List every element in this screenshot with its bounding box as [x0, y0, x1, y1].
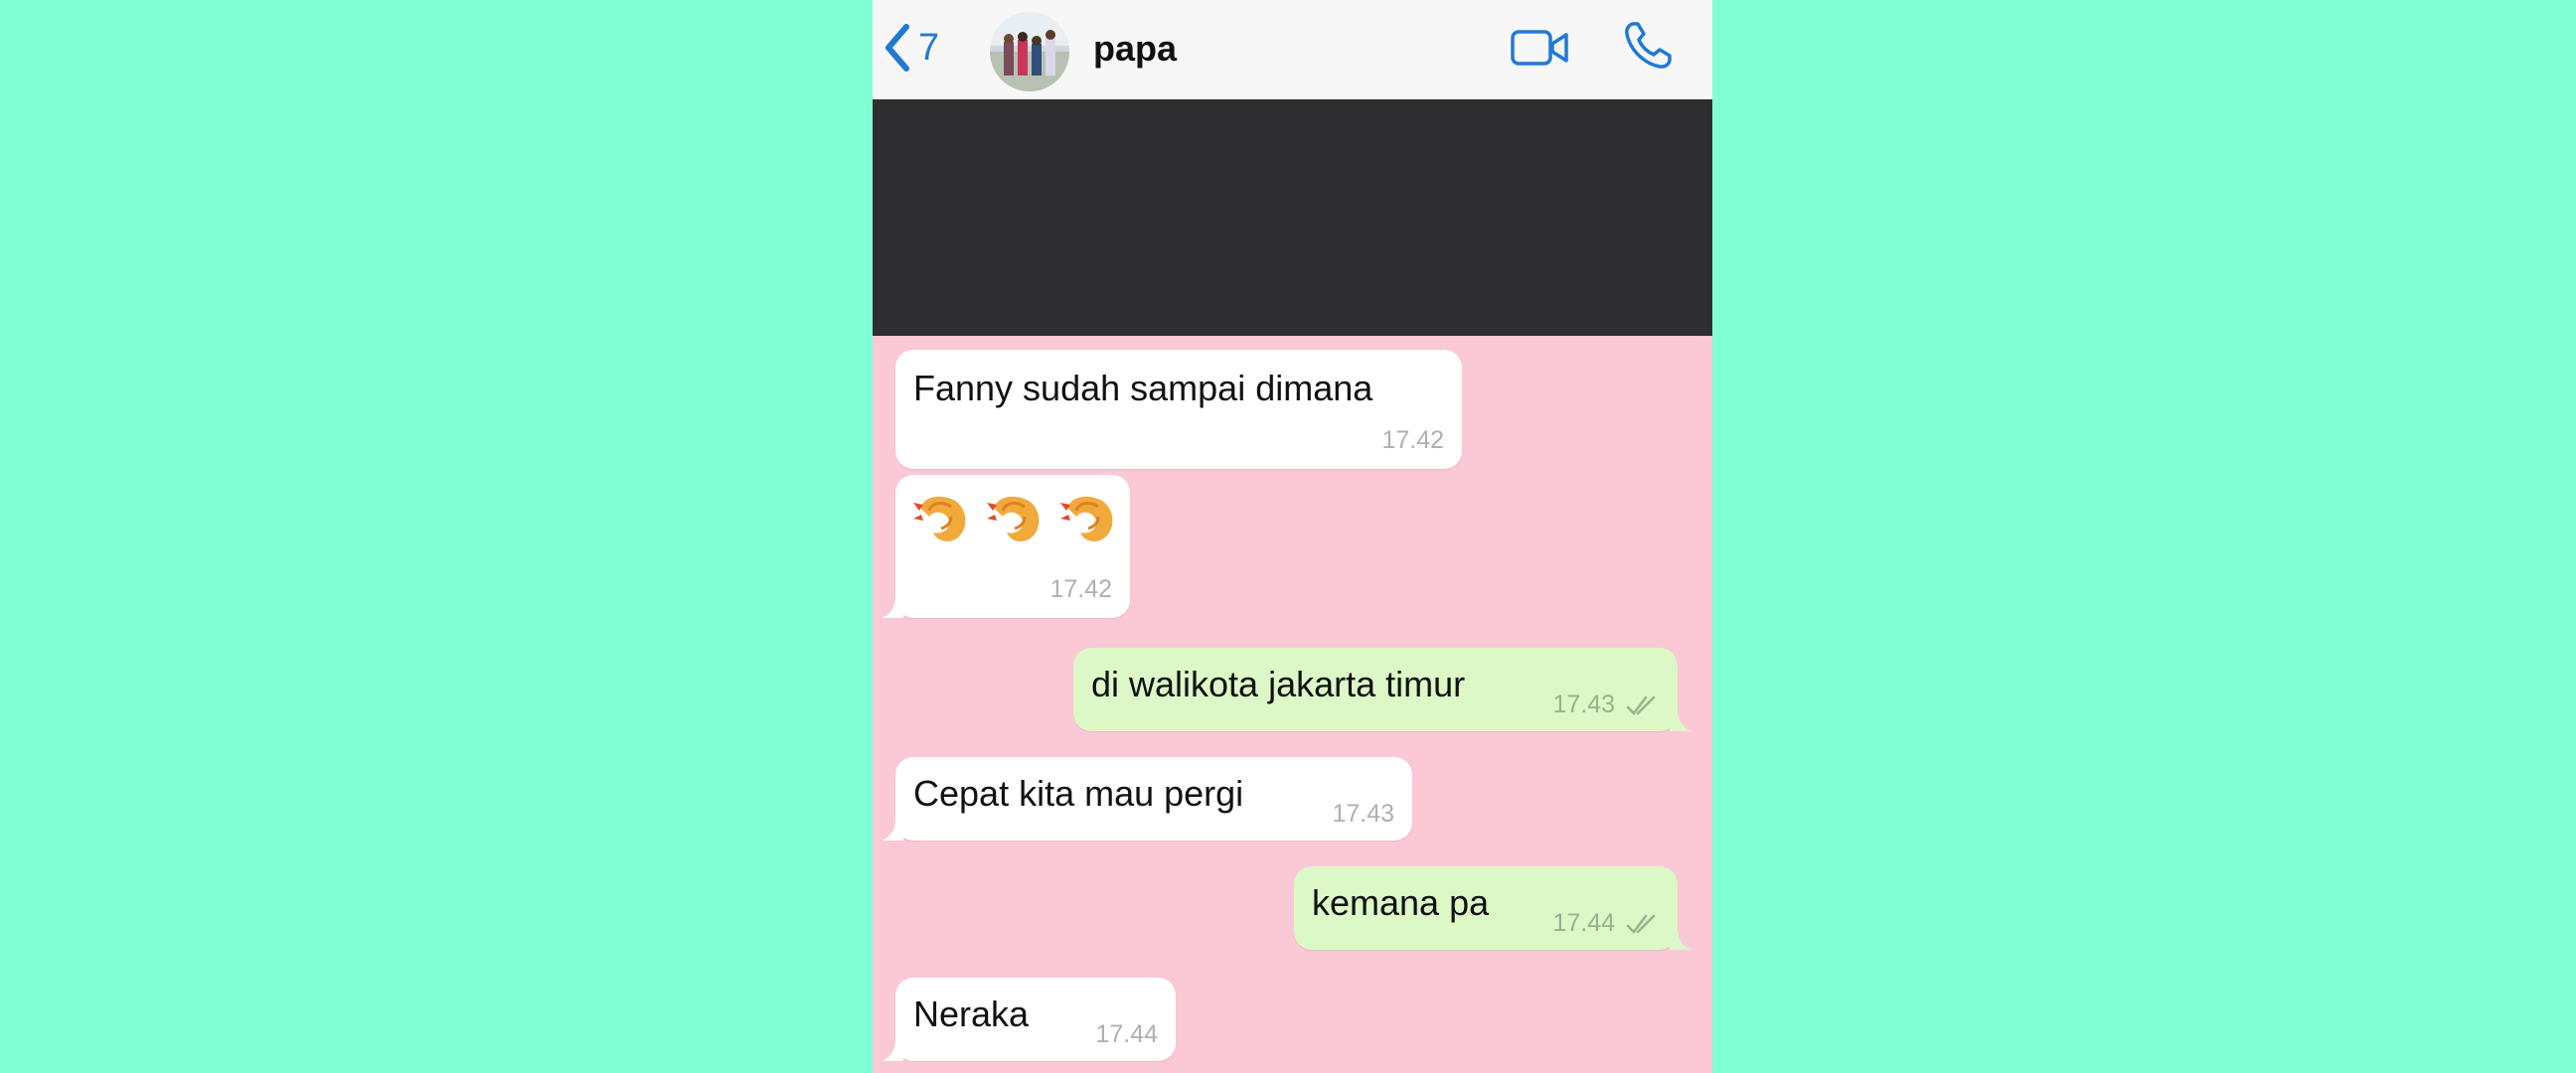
message-text: kemana pa [1312, 882, 1490, 923]
message-time: 17.43 [1332, 800, 1394, 828]
message-time: 17.42 [1049, 575, 1112, 603]
double-check-icon [1626, 696, 1656, 716]
chat-screen: 7 papa Fanny sudah sampai dimana 17.42 1… [873, 0, 1712, 1073]
incoming-message[interactable]: 17.42 [882, 475, 1130, 618]
message-text: Cepat kita mau pergi [913, 773, 1244, 814]
bubble-tail [1670, 928, 1691, 950]
message-time-value: 17.44 [1552, 909, 1616, 937]
avatar[interactable] [990, 12, 1069, 91]
voice-call-button[interactable] [1620, 18, 1676, 74]
video-camera-icon [1511, 30, 1568, 66]
fried-shrimp-icon [987, 496, 1040, 541]
message-text: Fanny sudah sampai dimana [913, 368, 1373, 408]
message-time-value: 17.43 [1552, 690, 1616, 718]
message-time: 17.42 [1381, 426, 1444, 454]
media-preview[interactable] [873, 99, 1712, 336]
bubble-tail [882, 819, 903, 841]
bubble-tail [882, 1039, 903, 1061]
chat-header: 7 papa [873, 0, 1712, 100]
incoming-message[interactable]: Cepat kita mau pergi 17.43 [882, 757, 1412, 841]
fried-shrimp-icon [913, 496, 966, 541]
message-text: Neraka [913, 994, 1030, 1034]
outgoing-message[interactable]: di walikota jakarta timur 17.43 [1073, 648, 1691, 731]
contact-name[interactable]: papa [1093, 28, 1177, 70]
message-time: 17.43 [1552, 690, 1664, 719]
outgoing-message[interactable]: kemana pa 17.44 [1294, 866, 1691, 950]
incoming-message[interactable]: Neraka 17.44 [882, 978, 1176, 1061]
unread-count: 7 [918, 26, 940, 69]
video-call-button[interactable] [1509, 24, 1572, 72]
bubble-tail [882, 596, 903, 618]
message-text: di walikota jakarta timur [1091, 664, 1466, 704]
message-time: 17.44 [1552, 909, 1664, 938]
phone-icon [1625, 22, 1672, 69]
message-time: 17.44 [1095, 1020, 1158, 1048]
emoji-row [911, 489, 1122, 552]
fried-shrimp-icon [1060, 496, 1113, 541]
bubble-tail [1670, 709, 1691, 731]
double-check-icon [1626, 915, 1656, 935]
incoming-message[interactable]: Fanny sudah sampai dimana 17.42 [895, 350, 1462, 469]
chevron-left-icon [886, 24, 909, 72]
back-button[interactable]: 7 [883, 20, 939, 76]
